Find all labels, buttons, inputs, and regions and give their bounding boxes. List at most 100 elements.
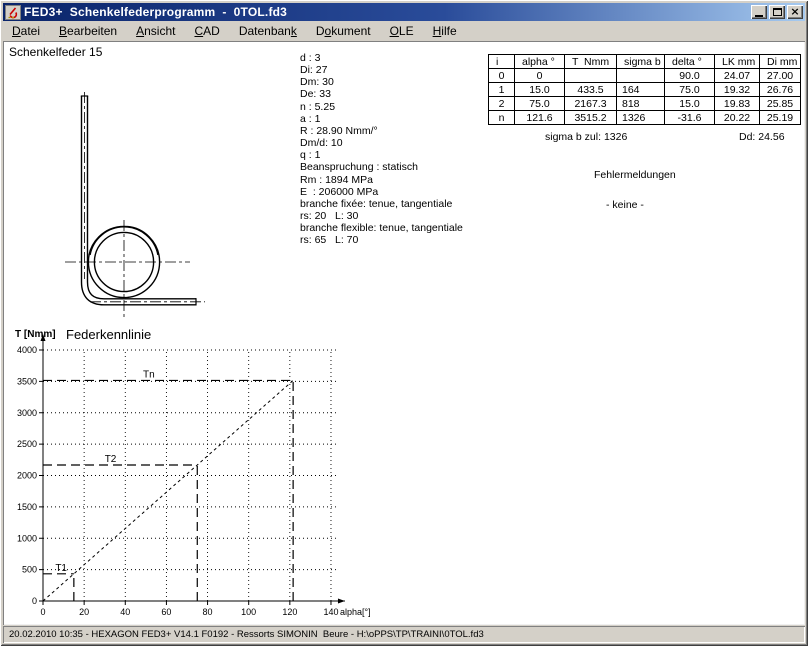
table-cell: 121.6	[515, 111, 565, 125]
table-row: 00 90.024.0727.00	[489, 69, 801, 83]
svg-text:40: 40	[120, 607, 130, 617]
spring-app-icon	[6, 6, 20, 19]
menu-item-ansicht[interactable]: Ansicht	[136, 24, 175, 38]
table-cell: 0	[515, 69, 565, 83]
parameter-line: Rm : 1894 MPa	[300, 174, 463, 186]
chart-svg: 0500100015002000250030003500400002040608…	[3, 320, 383, 622]
menu-item-datei[interactable]: Datei	[12, 24, 40, 38]
dd-label: Dd: 24.56	[739, 131, 785, 143]
status-text: 20.02.2010 10:35 - HEXAGON FED3+ V14.1 F…	[9, 629, 484, 640]
maximize-icon	[773, 8, 782, 16]
table-cell: 818	[617, 97, 665, 111]
svg-text:Tn: Tn	[143, 369, 155, 380]
menu-item-datenbank[interactable]: Datenbank	[239, 24, 297, 38]
svg-text:3000: 3000	[17, 408, 37, 418]
svg-text:T2: T2	[105, 454, 117, 465]
svg-text:120: 120	[282, 607, 297, 617]
close-button[interactable]: ×	[787, 5, 803, 19]
table-header-cell: LK mm	[715, 55, 760, 69]
table-cell: 90.0	[665, 69, 715, 83]
table-cell: 3515.2	[565, 111, 617, 125]
title-bar: FED3+ Schenkelfederprogramm - 0TOL.fd3 ×	[3, 3, 805, 21]
table-cell: 15.0	[665, 97, 715, 111]
svg-text:60: 60	[161, 607, 171, 617]
svg-text:100: 100	[241, 607, 256, 617]
table-cell: 75.0	[515, 97, 565, 111]
parameter-line: d : 3	[300, 52, 463, 64]
minimize-button[interactable]	[751, 5, 767, 19]
parameter-line: De: 33	[300, 88, 463, 100]
parameter-line: q : 1	[300, 149, 463, 161]
parameter-line: Beanspruchung : statisch	[300, 161, 463, 173]
parameter-line: Dm/d: 10	[300, 137, 463, 149]
table-cell: 25.19	[760, 111, 801, 125]
menu-item-ole[interactable]: OLE	[390, 24, 414, 38]
svg-text:3500: 3500	[17, 376, 37, 386]
table-header-cell: T Nmm	[565, 55, 617, 69]
menu-item-hilfe[interactable]: Hilfe	[433, 24, 457, 38]
svg-text:140: 140	[323, 607, 338, 617]
page-title: Schenkelfeder 15	[9, 45, 102, 59]
parameter-line: E : 206000 MPa	[300, 186, 463, 198]
svg-text:Federkennlinie: Federkennlinie	[66, 327, 151, 342]
parameter-line: branche fixée: tenue, tangentiale	[300, 198, 463, 210]
table-cell: 0	[489, 69, 515, 83]
table-cell: 75.0	[665, 83, 715, 97]
status-bar: 20.02.2010 10:35 - HEXAGON FED3+ V14.1 F…	[3, 626, 805, 643]
menu-bar: Datei Bearbeiten Ansicht CAD Datenbank Dokume…	[3, 21, 805, 41]
sigma-b-zul-label: sigma b zul: 1326	[545, 131, 627, 143]
table-cell: 2	[489, 97, 515, 111]
table-row: 275.02167.381815.019.8325.85	[489, 97, 801, 111]
results-table: ialpha °T Nmmsigma bdelta °LK mmDi mm 00…	[488, 54, 801, 125]
table-cell: 24.07	[715, 69, 760, 83]
table-cell: 2167.3	[565, 97, 617, 111]
table-header-cell: alpha °	[515, 55, 565, 69]
table-cell: n	[489, 111, 515, 125]
menu-item-bearbeiten[interactable]: Bearbeiten	[59, 24, 117, 38]
menu-item-cad[interactable]: CAD	[194, 24, 219, 38]
parameter-line: branche flexible: tenue, tangentiale	[300, 222, 463, 234]
table-row: 115.0433.516475.019.3226.76	[489, 83, 801, 97]
table-cell: 1326	[617, 111, 665, 125]
table-cell: 19.83	[715, 97, 760, 111]
error-messages-title: Fehlermeldungen	[594, 169, 676, 181]
menu-item-dokument[interactable]: Dokument	[316, 24, 371, 38]
results-table-header: ialpha °T Nmmsigma bdelta °LK mmDi mm	[489, 55, 801, 69]
svg-text:4000: 4000	[17, 345, 37, 355]
table-cell: 20.22	[715, 111, 760, 125]
svg-text:alpha[°]: alpha[°]	[340, 607, 371, 617]
svg-text:80: 80	[203, 607, 213, 617]
parameter-line: a : 1	[300, 113, 463, 125]
svg-text:1000: 1000	[17, 533, 37, 543]
table-cell: -31.6	[665, 111, 715, 125]
close-icon: ×	[790, 7, 799, 17]
table-cell	[617, 69, 665, 83]
app-window: FED3+ Schenkelfederprogramm - 0TOL.fd3 ×…	[0, 0, 808, 646]
results-table-body: 0090.024.0727.00115.0433.516475.019.3226…	[489, 69, 801, 125]
table-cell: 1	[489, 83, 515, 97]
table-cell: 15.0	[515, 83, 565, 97]
maximize-button[interactable]	[769, 5, 785, 19]
svg-text:T1: T1	[55, 563, 67, 574]
table-header-cell: i	[489, 55, 515, 69]
parameter-line: R : 28.90 Nmm/°	[300, 125, 463, 137]
table-cell: 27.00	[760, 69, 801, 83]
svg-text:0: 0	[32, 596, 37, 606]
table-cell: 19.32	[715, 83, 760, 97]
svg-text:2500: 2500	[17, 439, 37, 449]
parameter-line: n : 5.25	[300, 101, 463, 113]
main-content: Schenkelfeder 15 d : 3Di: 27Dm: 30De: 33…	[3, 41, 805, 625]
table-header-cell: Di mm	[760, 55, 801, 69]
svg-text:2000: 2000	[17, 471, 37, 481]
table-cell: 25.85	[760, 97, 801, 111]
app-icon[interactable]	[5, 5, 21, 20]
table-cell	[565, 69, 617, 83]
table-header-cell: sigma b	[617, 55, 665, 69]
table-cell: 164	[617, 83, 665, 97]
svg-text:500: 500	[22, 565, 37, 575]
svg-text:20: 20	[79, 607, 89, 617]
parameter-line: rs: 65 L: 70	[300, 234, 463, 246]
svg-text:0: 0	[40, 607, 45, 617]
table-header-cell: delta °	[665, 55, 715, 69]
svg-text:T [Nmm]: T [Nmm]	[15, 329, 56, 340]
